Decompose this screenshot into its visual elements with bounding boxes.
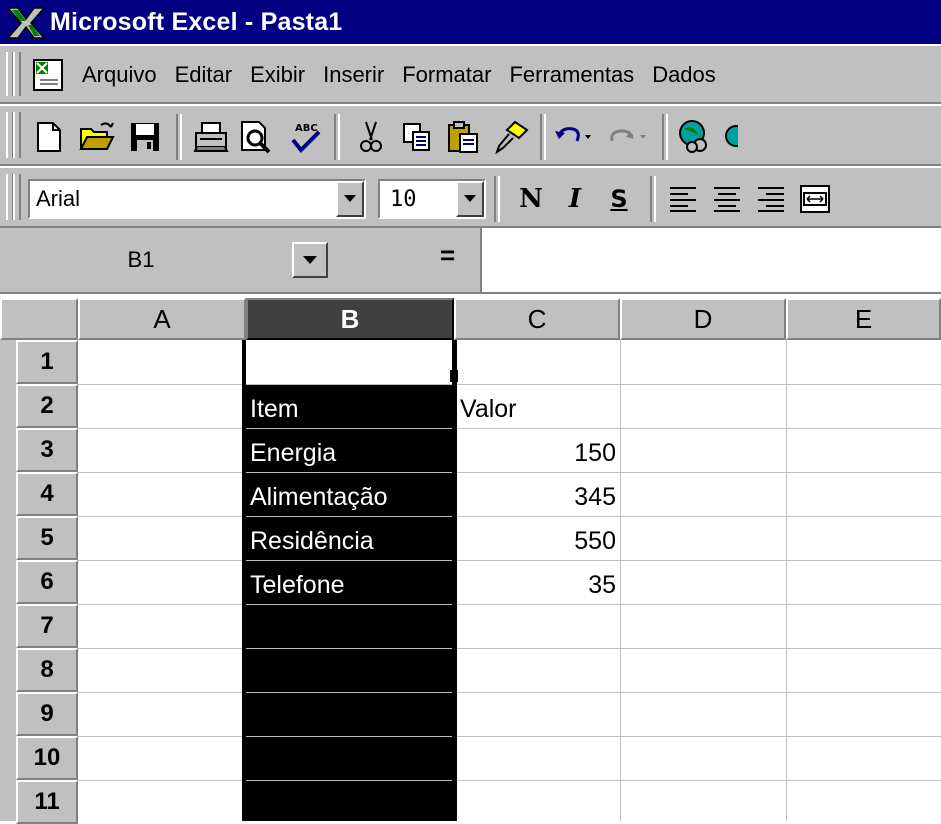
underline-button[interactable]: S [598, 179, 640, 219]
fill-handle[interactable] [450, 370, 458, 382]
row-header-6[interactable]: 6 [16, 560, 78, 604]
window-title: Microsoft Excel - Pasta1 [50, 7, 343, 36]
select-all-button[interactable] [0, 298, 78, 340]
formula-input[interactable] [480, 228, 941, 292]
menu-ferramentas[interactable]: Ferramentas [509, 62, 634, 88]
gridline [786, 340, 787, 821]
paste-icon[interactable] [442, 116, 484, 158]
align-right-icon[interactable] [750, 178, 792, 220]
toolbar-grip[interactable] [13, 112, 21, 158]
cut-icon[interactable] [350, 116, 392, 158]
menu-arquivo[interactable]: Arquivo [82, 62, 157, 88]
workbook-icon[interactable] [30, 56, 70, 94]
formatting-toolbar: Arial 10 N I S [0, 166, 941, 228]
gridline [78, 736, 941, 737]
name-box[interactable]: B1 [86, 242, 196, 278]
redo-icon[interactable] [608, 116, 650, 158]
row-header-3[interactable]: 3 [16, 428, 78, 472]
toolbar-separator [662, 114, 668, 160]
font-size-value: 10 [390, 186, 417, 212]
column-header-d[interactable]: D [620, 298, 786, 340]
toolbar-separator [176, 114, 182, 160]
menu-editar[interactable]: Editar [175, 62, 232, 88]
row-header-9[interactable]: 9 [16, 692, 78, 736]
menu-inserir[interactable]: Inserir [323, 62, 384, 88]
equals-button[interactable]: = [440, 240, 455, 271]
toolbar-grip[interactable] [13, 174, 21, 220]
cell-c2[interactable]: Valor [460, 384, 517, 434]
gridline [78, 648, 941, 649]
column-header-b[interactable]: B [246, 298, 454, 340]
align-left-icon[interactable] [662, 178, 704, 220]
spelling-icon[interactable]: ABC [284, 116, 326, 158]
cell-b2[interactable]: Item [250, 384, 299, 434]
cell-b6[interactable]: Telefone [250, 560, 345, 610]
selection-border [452, 340, 457, 821]
row-header-1[interactable]: 1 [16, 340, 78, 384]
worksheet-grid[interactable]: Item Valor Energia 150 Alimentação 345 R… [78, 340, 941, 821]
italic-button[interactable]: I [554, 179, 596, 219]
menu-exibir[interactable]: Exibir [250, 62, 305, 88]
cell-b5[interactable]: Residência [250, 516, 374, 566]
excel-logo-icon [6, 7, 46, 39]
menu-formatar[interactable]: Formatar [402, 62, 491, 88]
new-icon[interactable] [28, 116, 70, 158]
gridline [620, 340, 621, 821]
cell-c4[interactable]: 345 [460, 472, 616, 522]
chevron-down-icon[interactable] [456, 181, 484, 217]
selection-border [242, 340, 246, 821]
font-name-combo[interactable]: Arial [28, 179, 366, 219]
align-center-icon[interactable] [706, 178, 748, 220]
standard-toolbar: ABC [0, 104, 941, 166]
column-header-a[interactable]: A [78, 298, 246, 340]
column-header-e[interactable]: E [786, 298, 941, 340]
font-name-value: Arial [36, 186, 81, 211]
chevron-down-icon[interactable] [336, 181, 364, 217]
formula-bar: B1 = [0, 228, 941, 294]
row-header-5[interactable]: 5 [16, 516, 78, 560]
partial-icon[interactable] [718, 116, 738, 158]
chevron-down-icon[interactable] [292, 242, 328, 278]
merge-center-icon[interactable] [794, 178, 836, 220]
cell-c6[interactable]: 35 [460, 560, 616, 610]
format-painter-icon[interactable] [490, 116, 532, 158]
row-header-7[interactable]: 7 [16, 604, 78, 648]
undo-icon[interactable] [552, 116, 594, 158]
copy-icon[interactable] [396, 116, 438, 158]
menu-bar: Arquivo Editar Exibir Inserir Formatar F… [0, 44, 941, 104]
toolbar-separator [334, 114, 340, 160]
open-icon[interactable] [76, 116, 118, 158]
toolbar-grip[interactable] [13, 52, 21, 96]
column-header-c[interactable]: C [454, 298, 620, 340]
toolbar-separator [540, 114, 546, 160]
cell-c3[interactable]: 150 [460, 428, 616, 478]
cell-b4[interactable]: Alimentação [250, 472, 388, 522]
row-gutter [0, 340, 17, 821]
toolbar-separator [494, 176, 500, 222]
cell-b3[interactable]: Energia [250, 428, 336, 478]
row-header-11[interactable]: 11 [16, 780, 78, 824]
print-icon[interactable] [190, 116, 232, 158]
toolbar-separator [650, 176, 656, 222]
gridline [78, 780, 941, 781]
active-cell-b1[interactable] [246, 340, 454, 384]
print-preview-icon[interactable] [236, 116, 278, 158]
bold-button[interactable]: N [510, 179, 552, 219]
row-header-10[interactable]: 10 [16, 736, 78, 780]
row-header-2[interactable]: 2 [16, 384, 78, 428]
row-header-4[interactable]: 4 [16, 472, 78, 516]
web-toolbar-icon[interactable] [674, 116, 716, 158]
svg-text:ABC: ABC [295, 123, 318, 134]
menu-dados[interactable]: Dados [652, 62, 716, 88]
title-bar: Microsoft Excel - Pasta1 [0, 0, 941, 44]
save-icon[interactable] [124, 116, 166, 158]
cell-c5[interactable]: 550 [460, 516, 616, 566]
gridline [78, 692, 941, 693]
row-header-8[interactable]: 8 [16, 648, 78, 692]
